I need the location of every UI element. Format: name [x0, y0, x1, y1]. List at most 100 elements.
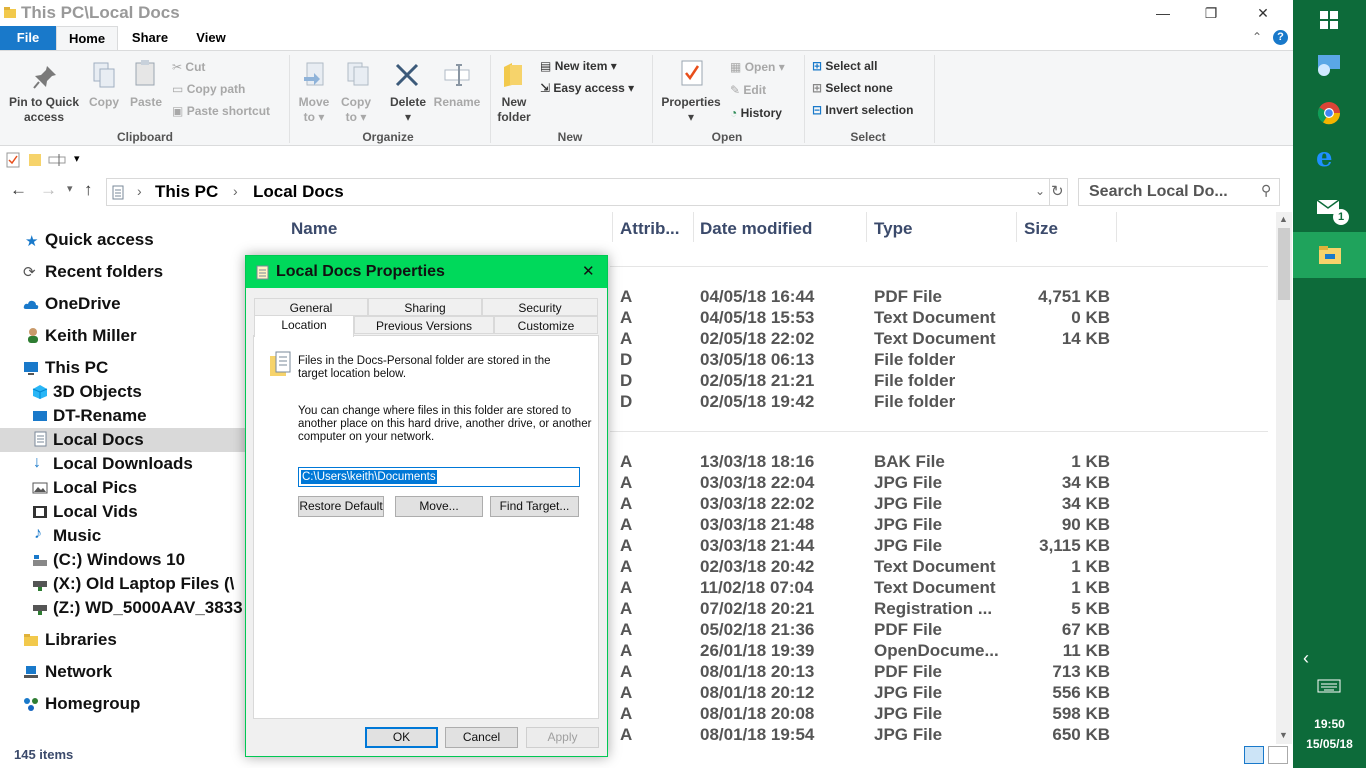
invert-selection-button[interactable]: ⊟ Invert selection [812, 103, 913, 117]
vertical-scrollbar[interactable]: ▲ ▼ [1276, 212, 1292, 744]
history-button[interactable]: ◔ History [730, 106, 782, 120]
column-header-size[interactable]: Size [1024, 219, 1058, 239]
tab-file[interactable]: File [0, 26, 56, 50]
file-date-modified[interactable]: 03/03/18 22:02 [700, 494, 814, 514]
back-arrow-icon[interactable]: ← [10, 180, 27, 200]
file-type[interactable]: JPG File [874, 683, 942, 703]
file-date-modified[interactable]: 11/02/18 07:04 [700, 578, 813, 598]
edge-icon[interactable]: e [1316, 143, 1333, 173]
column-header-attributes[interactable]: Attrib... [620, 219, 680, 239]
restore-button[interactable]: ❐ [1188, 2, 1234, 24]
file-date-modified[interactable]: 02/05/18 21:21 [700, 371, 814, 391]
file-size[interactable]: 598 KB [1010, 704, 1110, 724]
file-type[interactable]: Text Document [874, 578, 996, 598]
tab-customize[interactable]: Customize [494, 316, 598, 334]
nav-local-downloads[interactable]: Local Downloads [53, 454, 193, 474]
file-date-modified[interactable]: 13/03/18 18:16 [700, 452, 814, 472]
open-button[interactable]: ▦ Open ▾ [730, 60, 785, 74]
rename-small-icon[interactable] [48, 153, 66, 167]
file-date-modified[interactable]: 03/03/18 22:04 [700, 473, 814, 493]
recent-locations-icon[interactable]: ▾ [67, 182, 73, 195]
scroll-up-icon[interactable]: ▲ [1279, 214, 1288, 224]
file-type[interactable]: Text Document [874, 308, 996, 328]
nav-drive-x[interactable]: (X:) Old Laptop Files (\ [53, 574, 245, 594]
file-attribute[interactable]: A [620, 599, 632, 619]
tab-view[interactable]: View [182, 26, 240, 50]
file-size[interactable]: 90 KB [1010, 515, 1110, 535]
file-attribute[interactable]: A [620, 683, 632, 703]
file-attribute[interactable]: D [620, 371, 632, 391]
up-arrow-icon[interactable]: ↑ [84, 180, 93, 200]
file-type[interactable]: Text Document [874, 329, 996, 349]
new-item-button[interactable]: ▤ New item ▾ [540, 59, 617, 73]
paste-shortcut-button[interactable]: ▣ Paste shortcut [172, 104, 270, 118]
file-size[interactable]: 34 KB [1010, 473, 1110, 493]
nav-drive-z[interactable]: (Z:) WD_5000AAV_3833 [53, 598, 245, 618]
breadcrumb-chevron-icon[interactable]: › [233, 183, 238, 199]
file-date-modified[interactable]: 03/03/18 21:48 [700, 515, 814, 535]
file-attribute[interactable]: A [620, 641, 632, 661]
properties-small-icon[interactable] [6, 152, 20, 168]
file-size[interactable]: 713 KB [1010, 662, 1110, 682]
file-type[interactable]: BAK File [874, 452, 945, 472]
windows-start-icon[interactable] [1320, 11, 1338, 29]
file-attribute[interactable]: A [620, 494, 632, 514]
file-date-modified[interactable]: 08/01/18 20:12 [700, 683, 814, 703]
file-attribute[interactable]: A [620, 473, 632, 493]
apply-button[interactable]: Apply [526, 727, 599, 748]
file-size[interactable]: 1 KB [1010, 578, 1110, 598]
customize-qat-icon[interactable]: ▾ [74, 152, 80, 165]
column-header-date[interactable]: Date modified [700, 219, 812, 239]
nav-dt-rename[interactable]: DT-Rename [53, 406, 147, 426]
file-type[interactable]: JPG File [874, 704, 942, 724]
new-folder-button[interactable]: New folder [494, 95, 534, 125]
file-type[interactable]: File folder [874, 392, 955, 412]
file-attribute[interactable]: A [620, 329, 632, 349]
nav-recent-folders[interactable]: Recent folders [45, 262, 163, 282]
tab-security[interactable]: Security [482, 298, 598, 316]
file-size[interactable]: 4,751 KB [1010, 287, 1110, 307]
large-icons-view-icon[interactable] [1268, 746, 1288, 764]
remote-desktop-icon[interactable] [1316, 53, 1342, 77]
file-attribute[interactable]: A [620, 536, 632, 556]
file-date-modified[interactable]: 26/01/18 19:39 [700, 641, 814, 661]
file-size[interactable]: 14 KB [1010, 329, 1110, 349]
paste-button[interactable]: Paste [126, 95, 166, 110]
select-all-button[interactable]: ⊞ Select all [812, 59, 877, 73]
nav-this-pc[interactable]: This PC [45, 358, 108, 378]
properties-button[interactable]: Properties ▾ [657, 95, 725, 125]
file-date-modified[interactable]: 04/05/18 16:44 [700, 287, 814, 307]
pin-to-quick-access-button[interactable]: Pin to Quick access [4, 95, 84, 125]
tab-home[interactable]: Home [56, 26, 118, 50]
help-icon[interactable]: ? [1273, 30, 1288, 45]
file-date-modified[interactable]: 07/02/18 20:21 [700, 599, 814, 619]
file-size[interactable]: 1 KB [1010, 452, 1110, 472]
file-type[interactable]: JPG File [874, 725, 942, 745]
column-header-name[interactable]: Name [291, 219, 337, 239]
file-size[interactable]: 1 KB [1010, 557, 1110, 577]
rename-button[interactable]: Rename [430, 95, 484, 110]
copy-button[interactable]: Copy [86, 95, 122, 110]
tab-previous-versions[interactable]: Previous Versions [354, 316, 494, 334]
file-attribute[interactable]: A [620, 725, 632, 745]
file-size[interactable]: 34 KB [1010, 494, 1110, 514]
target-path-input[interactable]: C:\Users\keith\Documents [298, 467, 580, 487]
file-size[interactable]: 556 KB [1010, 683, 1110, 703]
refresh-icon[interactable]: ↻ [1051, 182, 1064, 200]
nav-3d-objects[interactable]: 3D Objects [53, 382, 142, 402]
scrollbar-thumb[interactable] [1278, 228, 1290, 300]
nav-network[interactable]: Network [45, 662, 112, 682]
minimize-button[interactable]: — [1140, 2, 1186, 24]
file-size[interactable]: 650 KB [1010, 725, 1110, 745]
collapse-ribbon-icon[interactable]: ⌃ [1252, 30, 1262, 44]
file-date-modified[interactable]: 02/05/18 19:42 [700, 392, 814, 412]
nav-drive-c[interactable]: (C:) Windows 10 [53, 550, 185, 570]
file-attribute[interactable]: A [620, 515, 632, 535]
select-none-button[interactable]: ⊞ Select none [812, 81, 893, 95]
file-attribute[interactable]: A [620, 557, 632, 577]
search-input[interactable]: Search Local Do... ⚲ [1078, 178, 1280, 206]
dialog-close-button[interactable]: ✕ [582, 262, 595, 280]
tab-share[interactable]: Share [120, 26, 180, 50]
file-date-modified[interactable]: 03/05/18 06:13 [700, 350, 814, 370]
file-type[interactable]: PDF File [874, 620, 942, 640]
